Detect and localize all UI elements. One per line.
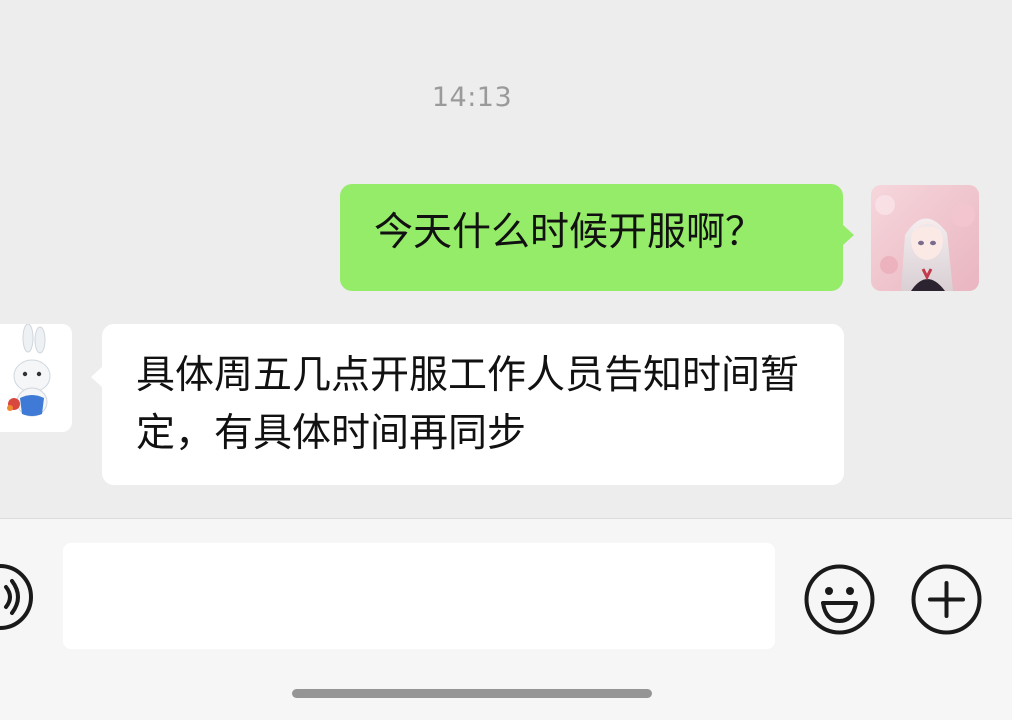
message-bubble-incoming[interactable]: 具体周五几点开服工作人员告知时间暂定，有具体时间再同步 — [91, 324, 844, 485]
input-bar — [0, 518, 1012, 720]
avatar-self-image — [871, 185, 979, 291]
home-indicator — [292, 689, 652, 698]
plus-circle-icon[interactable] — [910, 563, 983, 636]
avatar-other-image — [0, 324, 72, 432]
smiley-icon[interactable] — [803, 563, 876, 636]
chat-timestamp: 14:13 — [431, 82, 513, 113]
message-input[interactable] — [63, 543, 775, 649]
voice-icon[interactable] — [0, 563, 34, 631]
message-bubble-outgoing[interactable]: 今天什么时候开服啊？ — [340, 184, 854, 291]
avatar-other[interactable] — [0, 324, 72, 432]
avatar-self[interactable] — [871, 185, 979, 291]
